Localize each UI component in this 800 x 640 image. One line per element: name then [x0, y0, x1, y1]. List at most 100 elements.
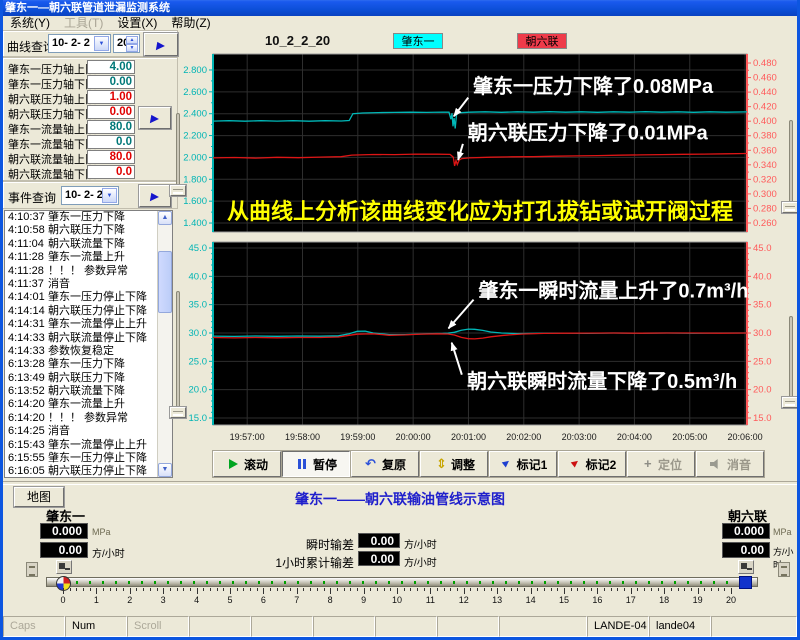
arrow-right-icon: ► [147, 188, 164, 204]
ruler-major-tick [230, 588, 231, 594]
event-row[interactable]: 4:11:28！！！ 参数异常 [5, 265, 172, 278]
axis-limit-input[interactable]: 0.00 [87, 105, 135, 119]
chevron-down-icon[interactable]: ▼ [94, 36, 109, 51]
event-list-scrollbar[interactable]: ▲ ▼ [157, 211, 172, 477]
event-query-combo[interactable]: 10- 2- 2 ▼ [61, 186, 119, 205]
spin-down-icon[interactable]: ▼ [126, 44, 138, 52]
event-row[interactable]: 4:14:33参数恢复稳定 [5, 345, 172, 358]
curve-query-go-button[interactable]: ► [144, 33, 178, 56]
ruler-minor-tick [337, 588, 338, 591]
divider [0, 481, 800, 485]
event-row[interactable]: 4:14:14朝六联压力停止下降 [5, 305, 172, 318]
scroll-up-icon[interactable]: ▲ [158, 211, 172, 225]
svg-text:1.800: 1.800 [183, 174, 207, 185]
axis-limit-input[interactable]: 0.0 [87, 165, 135, 179]
left-station-pressure-unit: MPa [92, 527, 111, 537]
spin-up-icon[interactable]: ▲ [126, 36, 138, 44]
event-row[interactable]: 4:10:58朝六联压力下降 [5, 224, 172, 237]
curve-query-count-spinner[interactable]: 20 ▲▼ [113, 34, 140, 53]
event-row[interactable]: 4:11:28肇东一流量上升 [5, 251, 172, 264]
axis-limits-apply-button[interactable]: ► [139, 107, 171, 129]
event-row[interactable]: 6:16:05朝六联压力停止下降 [5, 465, 172, 478]
event-row[interactable]: 6:13:49朝六联压力下降 [5, 372, 172, 385]
event-row[interactable]: 6:15:55肇东一压力停止下降 [5, 452, 172, 465]
flow-chart-right-slider[interactable] [782, 397, 798, 408]
instant-diff-label: 瞬时输差 [250, 536, 354, 553]
svg-text:35.0: 35.0 [753, 300, 772, 311]
toolbar-scroll-button[interactable]: 滚动 [213, 451, 281, 477]
event-row[interactable]: 4:14:31肇东一流量停止上升 [5, 318, 172, 331]
pressure-chart-left-slider[interactable] [170, 185, 186, 196]
ruler-minor-tick [557, 588, 558, 591]
flow-chart-left-slider[interactable] [170, 407, 186, 418]
axis-limit-input[interactable]: 1.00 [87, 90, 135, 104]
arrow-right-icon: ► [153, 37, 170, 53]
map-button[interactable]: 地图 [14, 487, 64, 507]
event-row[interactable]: 4:14:01肇东一压力停止下降 [5, 291, 172, 304]
event-text: 朝六联压力下降 [48, 224, 125, 237]
ruler-minor-tick [76, 588, 77, 591]
svg-text:0.460: 0.460 [753, 73, 777, 84]
toolbar-mark1-button[interactable]: 标记1 [489, 451, 557, 477]
menu-item-1[interactable]: 系统(Y) [3, 16, 57, 31]
axis-limit-input[interactable]: 80.0 [87, 120, 135, 134]
hourly-diff-unit: 方/小时 [404, 554, 437, 569]
axis-limit-label: 朝六联流量轴下限 [8, 166, 96, 182]
menu-item-4[interactable]: 帮助(Z) [164, 16, 217, 31]
pump-icon[interactable] [56, 560, 72, 574]
toolbar-adjust-button[interactable]: 调整 [420, 451, 488, 477]
event-row[interactable]: 6:14:25消音 [5, 425, 172, 438]
ruler-major-tick [564, 588, 565, 594]
event-time: 4:11:28 [5, 265, 48, 278]
event-text: 肇东一流量上升 [48, 398, 125, 411]
ruler-minor-tick [704, 588, 705, 591]
event-query-go-button[interactable]: ► [139, 185, 171, 207]
hourly-diff-label: 1小时累计输差 [230, 554, 354, 571]
toolbar-locate-button: 定位 [627, 451, 695, 477]
svg-text:45.0: 45.0 [753, 243, 772, 254]
event-row[interactable]: 6:14:20！！！ 参数异常 [5, 412, 172, 425]
svg-text:20:01:00: 20:01:00 [451, 432, 486, 442]
left-station-flow: 0.00 [40, 542, 88, 558]
ruler-major-tick [63, 588, 64, 594]
chevron-down-icon[interactable]: ▼ [102, 188, 117, 203]
toolbar-restore-button[interactable]: 复原 [351, 451, 419, 477]
toolbar-mark2-button[interactable]: 标记2 [558, 451, 626, 477]
axis-limit-input[interactable]: 0.0 [87, 135, 135, 149]
event-row[interactable]: 6:14:20肇东一流量上升 [5, 398, 172, 411]
pump-icon[interactable] [738, 560, 754, 574]
event-time: 4:14:01 [5, 291, 48, 304]
event-row[interactable]: 4:14:33朝六联流量停止下降 [5, 332, 172, 345]
curve-query-combo[interactable]: 10- 2- 2 ▼ [48, 34, 111, 53]
event-row[interactable]: 4:10:37肇东一压力下降 [5, 211, 172, 224]
event-row[interactable]: 6:13:52朝六联流量下降 [5, 385, 172, 398]
ruler-minor-tick [651, 588, 652, 591]
toolbar-pause-button[interactable]: 暂停 [282, 451, 350, 477]
scroll-down-icon[interactable]: ▼ [158, 463, 172, 477]
ruler-minor-tick [658, 588, 659, 591]
curve-query-group: 曲线查询 10- 2- 2 ▼ 20 ▲▼ ► [2, 30, 178, 57]
scrollbar-thumb[interactable] [158, 251, 172, 313]
ruler-tick-label: 19 [688, 595, 708, 605]
event-time: 6:15:55 [5, 452, 48, 465]
pressure-chart[interactable]: 2.8002.6002.4002.2002.0001.8001.6001.400… [183, 50, 787, 240]
event-row[interactable]: 4:11:37消音 [5, 278, 172, 291]
ruler-minor-tick [491, 588, 492, 591]
ruler-minor-tick [410, 588, 411, 591]
ruler-minor-tick [484, 588, 485, 591]
event-row[interactable]: 4:11:04朝六联流量下降 [5, 238, 172, 251]
svg-text:0.340: 0.340 [753, 160, 777, 171]
event-row[interactable]: 6:15:43肇东一流量停止上升 [5, 439, 172, 452]
axis-limit-input[interactable]: 80.0 [87, 150, 135, 164]
pressure-chart-right-slider[interactable] [782, 202, 798, 213]
adjust-icon [433, 458, 447, 470]
right-station-flow: 0.00 [722, 542, 770, 558]
axis-limit-input[interactable]: 4.00 [87, 60, 135, 74]
ruler-minor-tick [143, 588, 144, 591]
event-text: 消音 [48, 425, 70, 438]
menu-item-3[interactable]: 设置(X) [110, 16, 164, 31]
event-row[interactable]: 6:13:28肇东一压力下降 [5, 358, 172, 371]
flow-chart[interactable]: 19:57:0019:58:0019:59:0020:00:0020:01:00… [183, 238, 787, 450]
ruler-minor-tick [524, 588, 525, 591]
axis-limit-input[interactable]: 0.00 [87, 75, 135, 89]
